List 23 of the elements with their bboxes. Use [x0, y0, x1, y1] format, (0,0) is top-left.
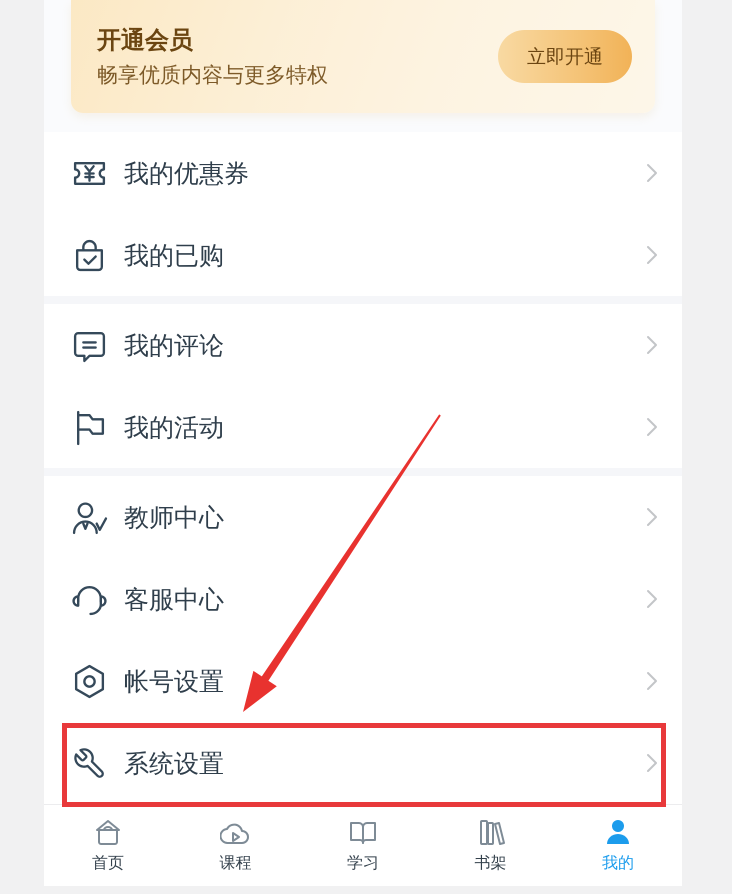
banner-subtitle: 畅享优质内容与更多特权: [97, 62, 328, 88]
tab[interactable]: 首页: [44, 805, 172, 886]
menu-item-label[interactable]: 我的优惠券: [124, 156, 249, 190]
tab[interactable]: 学习: [299, 805, 427, 886]
menu-item-label[interactable]: 教师中心: [124, 500, 224, 534]
menu-item-label[interactable]: 客服中心: [124, 582, 224, 616]
chevron-right-icon: [646, 245, 658, 265]
chevron-right-icon: [646, 417, 658, 437]
chevron-right-icon: [646, 335, 658, 355]
chevron-right-icon: [646, 507, 658, 527]
tab[interactable]: 书架: [426, 805, 554, 886]
chevron-right-icon: [646, 589, 658, 609]
menu-item-label[interactable]: 我的评论: [124, 328, 224, 362]
tab[interactable]: 课程: [172, 805, 300, 886]
menu-item-label[interactable]: 我的已购: [124, 238, 224, 272]
menu-item-label[interactable]: 帐号设置: [124, 664, 224, 698]
chevron-right-icon: [646, 163, 658, 183]
chevron-right-icon: [646, 671, 658, 691]
menu-item-label[interactable]: 系统设置: [124, 746, 224, 780]
chevron-right-icon: [646, 753, 658, 773]
banner-title: 开通会员: [97, 24, 194, 54]
activate-button[interactable]: 立即开通: [498, 30, 632, 83]
menu-item-label[interactable]: 我的活动: [124, 410, 224, 444]
